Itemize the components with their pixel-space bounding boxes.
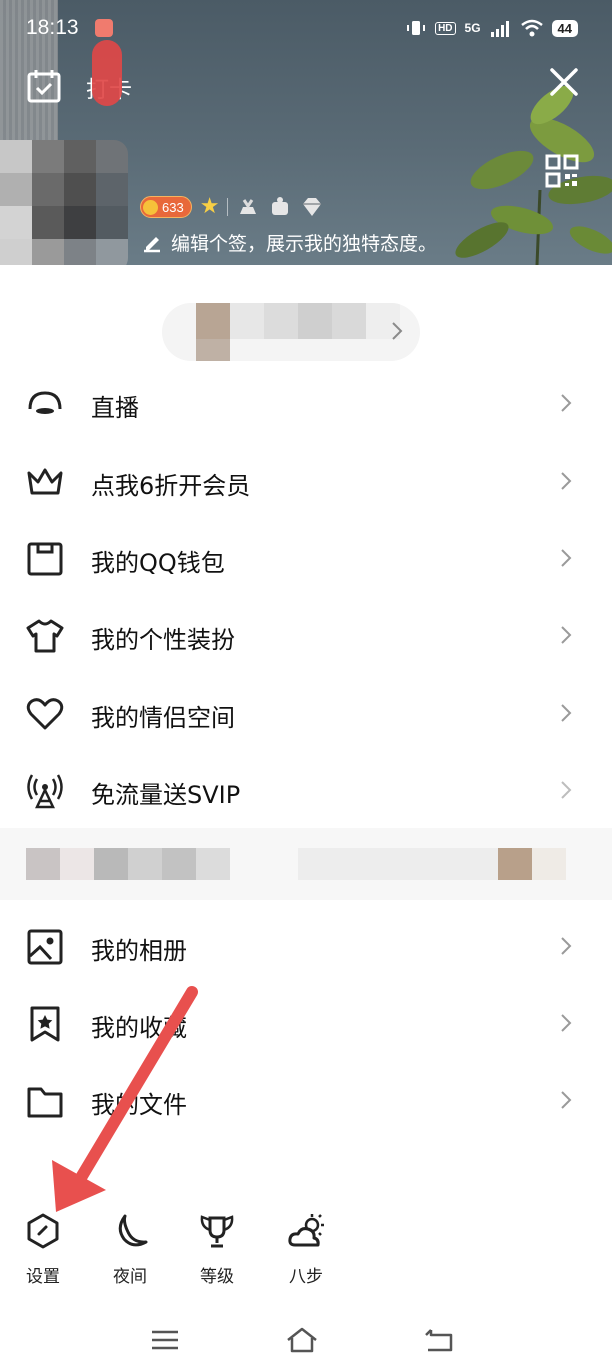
background-plant-image bbox=[455, 85, 612, 265]
chevron-right-icon bbox=[561, 1091, 572, 1109]
chevron-right-icon bbox=[561, 704, 572, 722]
medal-icon[interactable] bbox=[236, 196, 260, 218]
moon-icon bbox=[118, 1214, 148, 1247]
signature-text: 编辑个签，展示我的独特态度。 bbox=[171, 233, 438, 255]
coin-icon bbox=[143, 199, 158, 215]
close-icon[interactable] bbox=[548, 66, 580, 98]
night-mode-button[interactable]: 夜间 bbox=[100, 1212, 160, 1287]
weather-button[interactable]: 八步 bbox=[276, 1212, 336, 1287]
menu-item-label: 直播 bbox=[91, 394, 139, 422]
profile-header: 18:13 HD 5G 44 打卡 633 ★ bbox=[0, 0, 612, 265]
badge-row: 633 ★ bbox=[140, 196, 324, 218]
nickname-redacted-2 bbox=[196, 339, 230, 361]
network-type: 5G bbox=[464, 21, 481, 35]
menu-item-label: 我的QQ钱包 bbox=[91, 549, 225, 577]
chevron-right-icon bbox=[561, 1014, 572, 1032]
qr-code-icon[interactable] bbox=[545, 154, 579, 188]
vibrate-icon bbox=[407, 21, 426, 35]
status-time: 18:13 bbox=[26, 16, 79, 39]
menu-item-live[interactable]: 直播 bbox=[0, 365, 612, 443]
menu-item-vip[interactable]: 点我6折开会员 bbox=[0, 443, 612, 521]
star-icon[interactable]: ★ bbox=[200, 196, 220, 218]
status-bar: 18:13 HD 5G 44 bbox=[0, 0, 612, 56]
photo-album-icon bbox=[27, 929, 63, 965]
badge-divider bbox=[227, 198, 229, 216]
nickname-redacted bbox=[196, 303, 400, 339]
nickname-pill[interactable] bbox=[162, 303, 420, 361]
wallet-icon bbox=[27, 542, 63, 576]
chevron-right-icon bbox=[561, 937, 572, 955]
weather-label: 八步 bbox=[289, 1267, 323, 1287]
level-trophy-icon bbox=[200, 1215, 234, 1248]
chevron-right-icon bbox=[392, 322, 403, 340]
battery-indicator: 44 bbox=[551, 19, 578, 37]
chevron-right-icon bbox=[561, 394, 572, 412]
back-icon[interactable] bbox=[422, 1325, 456, 1355]
signal-icon bbox=[490, 21, 509, 37]
menu-item-label: 我的情侣空间 bbox=[91, 704, 235, 732]
chevron-right-icon bbox=[561, 781, 572, 799]
notification-app-icon bbox=[95, 19, 113, 37]
chevron-right-icon bbox=[561, 626, 572, 644]
signature-edit[interactable]: 编辑个签，展示我的独特态度。 bbox=[141, 229, 437, 256]
antenna-icon bbox=[27, 774, 63, 809]
diamond-badge-icon[interactable] bbox=[300, 196, 324, 218]
menu-item-files[interactable]: 我的文件 bbox=[0, 1062, 612, 1140]
menu-item-label: 我的相册 bbox=[91, 937, 187, 965]
bookmark-star-icon bbox=[30, 1006, 60, 1042]
menu-item-label: 点我6折开会员 bbox=[91, 472, 251, 500]
menu-item-label: 我的个性装扮 bbox=[91, 626, 235, 654]
crown-icon bbox=[27, 468, 63, 495]
night-mode-label: 夜间 bbox=[113, 1267, 147, 1287]
wifi-icon bbox=[520, 19, 543, 37]
menu-item-free-data[interactable]: 免流量送SVIP bbox=[0, 752, 612, 830]
heart-icon bbox=[26, 698, 64, 730]
chevron-right-icon bbox=[561, 549, 572, 567]
menu-icon[interactable] bbox=[148, 1325, 182, 1355]
menu-item-wallet[interactable]: 我的QQ钱包 bbox=[0, 520, 612, 598]
settings-label: 设置 bbox=[26, 1267, 60, 1287]
menu-item-theme[interactable]: 我的个性装扮 bbox=[0, 597, 612, 675]
weather-cloud-sun-icon bbox=[288, 1214, 324, 1247]
live-icon bbox=[28, 391, 62, 414]
tshirt-icon bbox=[26, 619, 64, 653]
redaction-mark bbox=[92, 40, 122, 106]
checkin-calendar-icon[interactable] bbox=[26, 68, 62, 104]
chevron-right-icon bbox=[561, 472, 572, 490]
menu-item-label: 我的文件 bbox=[91, 1091, 187, 1119]
coin-badge[interactable]: 633 bbox=[140, 196, 192, 218]
menu-item-favorites[interactable]: 我的收藏 bbox=[0, 985, 612, 1063]
hd-icon: HD bbox=[435, 21, 456, 35]
coin-count: 633 bbox=[162, 199, 184, 215]
menu-item-couple-space[interactable]: 我的情侣空间 bbox=[0, 675, 612, 753]
level-label: 等级 bbox=[200, 1267, 234, 1287]
settings-button[interactable]: 设置 bbox=[13, 1212, 73, 1287]
settings-hexagon-icon bbox=[27, 1213, 59, 1249]
menu-item-album[interactable]: 我的相册 bbox=[0, 908, 612, 986]
pencil-icon bbox=[144, 236, 160, 252]
status-icons: HD 5G 44 bbox=[406, 18, 578, 38]
redacted-row bbox=[0, 828, 612, 900]
folder-icon bbox=[27, 1087, 63, 1118]
menu-item-label: 我的收藏 bbox=[91, 1014, 187, 1042]
mascot-badge-icon[interactable] bbox=[268, 196, 292, 218]
menu-item-label: 免流量送SVIP bbox=[91, 781, 241, 809]
level-button[interactable]: 等级 bbox=[187, 1212, 247, 1287]
home-icon[interactable] bbox=[285, 1325, 319, 1355]
avatar[interactable] bbox=[0, 140, 128, 265]
